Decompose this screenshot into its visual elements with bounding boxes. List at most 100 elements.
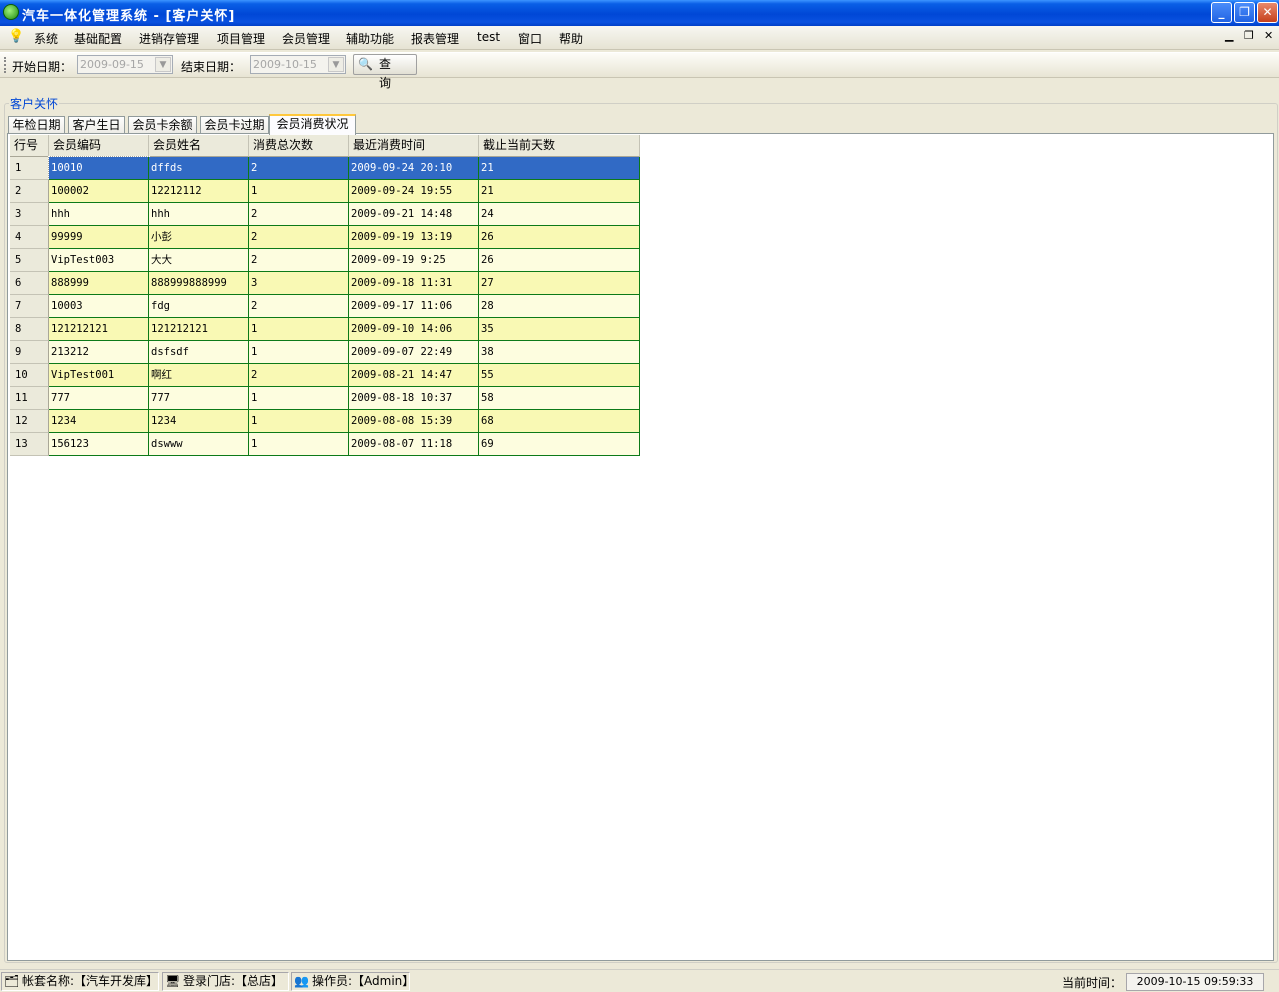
cell-member-code[interactable]: 213212 xyxy=(49,341,149,364)
row-header[interactable]: 9 xyxy=(10,341,49,364)
cell-total-visits[interactable]: 2 xyxy=(249,157,349,180)
cell-last-visit-time[interactable]: 2009-08-21 14:47 xyxy=(349,364,479,387)
cell-last-visit-time[interactable]: 2009-08-18 10:37 xyxy=(349,387,479,410)
cell-days-since[interactable]: 24 xyxy=(479,203,640,226)
column-header-member-name[interactable]: 会员姓名 xyxy=(149,135,249,157)
row-header[interactable]: 12 xyxy=(10,410,49,433)
menu-basic-config[interactable]: 基础配置 xyxy=(74,30,122,47)
menu-report[interactable]: 报表管理 xyxy=(411,30,459,47)
cell-last-visit-time[interactable]: 2009-09-24 20:10 xyxy=(349,157,479,180)
chevron-down-icon[interactable]: ▼ xyxy=(155,57,171,72)
cell-total-visits[interactable]: 1 xyxy=(249,387,349,410)
toolbar-grip[interactable] xyxy=(4,57,9,73)
cell-days-since[interactable]: 26 xyxy=(479,226,640,249)
bulb-icon[interactable]: 💡 xyxy=(8,29,24,44)
column-header-last-visit-time[interactable]: 最近消费时间 xyxy=(349,135,479,157)
cell-member-name[interactable]: 777 xyxy=(149,387,249,410)
cell-days-since[interactable]: 27 xyxy=(479,272,640,295)
cell-total-visits[interactable]: 1 xyxy=(249,433,349,456)
cell-total-visits[interactable]: 2 xyxy=(249,203,349,226)
cell-member-name[interactable]: fdg xyxy=(149,295,249,318)
cell-member-code[interactable]: hhh xyxy=(49,203,149,226)
cell-member-name[interactable]: dsfsdf xyxy=(149,341,249,364)
cell-last-visit-time[interactable]: 2009-08-08 15:39 xyxy=(349,410,479,433)
cell-days-since[interactable]: 55 xyxy=(479,364,640,387)
row-header[interactable]: 4 xyxy=(10,226,49,249)
cell-member-code[interactable]: VipTest001 xyxy=(49,364,149,387)
tab-card-balance[interactable]: 会员卡余额 xyxy=(128,116,197,134)
mdi-close-icon[interactable]: ✕ xyxy=(1264,29,1273,42)
cell-total-visits[interactable]: 1 xyxy=(249,410,349,433)
minimize-button[interactable]: _ xyxy=(1211,2,1232,23)
row-header[interactable]: 3 xyxy=(10,203,49,226)
cell-last-visit-time[interactable]: 2009-09-19 9:25 xyxy=(349,249,479,272)
cell-days-since[interactable]: 28 xyxy=(479,295,640,318)
menu-test[interactable]: test xyxy=(477,30,500,44)
row-header[interactable]: 2 xyxy=(10,180,49,203)
row-header[interactable]: 11 xyxy=(10,387,49,410)
tab-member-consumption[interactable]: 会员消费状况 xyxy=(269,114,356,135)
cell-member-name[interactable]: dswww xyxy=(149,433,249,456)
cell-days-since[interactable]: 21 xyxy=(479,157,640,180)
row-header[interactable]: 6 xyxy=(10,272,49,295)
query-button[interactable]: 🔍 查 询 xyxy=(353,54,417,90)
restore-button[interactable]: ❐ xyxy=(1234,2,1255,23)
cell-member-code[interactable]: VipTest003 xyxy=(49,249,149,272)
cell-total-visits[interactable]: 2 xyxy=(249,249,349,272)
cell-member-code[interactable]: 99999 xyxy=(49,226,149,249)
row-header[interactable]: 8 xyxy=(10,318,49,341)
cell-last-visit-time[interactable]: 2009-09-19 13:19 xyxy=(349,226,479,249)
cell-member-name[interactable]: 大大 xyxy=(149,249,249,272)
cell-days-since[interactable]: 26 xyxy=(479,249,640,272)
column-header-total-visits[interactable]: 消费总次数 xyxy=(249,135,349,157)
cell-member-code[interactable]: 156123 xyxy=(49,433,149,456)
cell-member-name[interactable]: 121212121 xyxy=(149,318,249,341)
cell-member-code[interactable]: 10010 xyxy=(48,156,150,181)
tab-card-expiry[interactable]: 会员卡过期 xyxy=(200,116,269,134)
cell-total-visits[interactable]: 2 xyxy=(249,295,349,318)
column-header-member-code[interactable]: 会员编码 xyxy=(49,135,149,157)
cell-member-name[interactable]: dffds xyxy=(149,157,249,180)
tab-customer-birthday[interactable]: 客户生日 xyxy=(68,116,125,134)
column-header-row-number[interactable]: 行号 xyxy=(10,135,49,157)
mdi-restore-icon[interactable]: ❐ xyxy=(1244,29,1254,42)
cell-days-since[interactable]: 68 xyxy=(479,410,640,433)
cell-member-name[interactable]: hhh xyxy=(149,203,249,226)
cell-total-visits[interactable]: 2 xyxy=(249,364,349,387)
cell-last-visit-time[interactable]: 2009-09-10 14:06 xyxy=(349,318,479,341)
menu-auxiliary[interactable]: 辅助功能 xyxy=(346,30,394,47)
row-header[interactable]: 7 xyxy=(10,295,49,318)
row-header[interactable]: 10 xyxy=(10,364,49,387)
cell-last-visit-time[interactable]: 2009-09-07 22:49 xyxy=(349,341,479,364)
start-date-picker[interactable]: 2009-09-15 ▼ xyxy=(77,55,173,74)
menu-help[interactable]: 帮助 xyxy=(559,30,583,47)
cell-last-visit-time[interactable]: 2009-09-24 19:55 xyxy=(349,180,479,203)
chevron-down-icon[interactable]: ▼ xyxy=(328,57,344,72)
column-header-days-since[interactable]: 截止当前天数 xyxy=(479,135,640,157)
end-date-picker[interactable]: 2009-10-15 ▼ xyxy=(250,55,346,74)
cell-total-visits[interactable]: 1 xyxy=(249,318,349,341)
menu-inventory[interactable]: 进销存管理 xyxy=(139,30,199,47)
cell-days-since[interactable]: 58 xyxy=(479,387,640,410)
cell-last-visit-time[interactable]: 2009-08-07 11:18 xyxy=(349,433,479,456)
cell-member-code[interactable]: 1234 xyxy=(49,410,149,433)
cell-days-since[interactable]: 69 xyxy=(479,433,640,456)
row-header[interactable]: 1 xyxy=(10,157,49,180)
cell-member-name[interactable]: 12212112 xyxy=(149,180,249,203)
cell-member-code[interactable]: 121212121 xyxy=(49,318,149,341)
cell-last-visit-time[interactable]: 2009-09-18 11:31 xyxy=(349,272,479,295)
cell-last-visit-time[interactable]: 2009-09-17 11:06 xyxy=(349,295,479,318)
cell-days-since[interactable]: 35 xyxy=(479,318,640,341)
cell-total-visits[interactable]: 1 xyxy=(249,180,349,203)
tab-inspection-date[interactable]: 年检日期 xyxy=(8,116,65,134)
cell-member-code[interactable]: 888999 xyxy=(49,272,149,295)
cell-member-name[interactable]: 啊红 xyxy=(149,364,249,387)
cell-member-code[interactable]: 100002 xyxy=(49,180,149,203)
menu-system[interactable]: 系统 xyxy=(34,30,58,47)
mdi-minimize-icon[interactable]: ▁ xyxy=(1225,29,1233,42)
cell-member-code[interactable]: 10003 xyxy=(49,295,149,318)
cell-days-since[interactable]: 21 xyxy=(479,180,640,203)
menu-member[interactable]: 会员管理 xyxy=(282,30,330,47)
row-header[interactable]: 13 xyxy=(10,433,49,456)
cell-total-visits[interactable]: 2 xyxy=(249,226,349,249)
